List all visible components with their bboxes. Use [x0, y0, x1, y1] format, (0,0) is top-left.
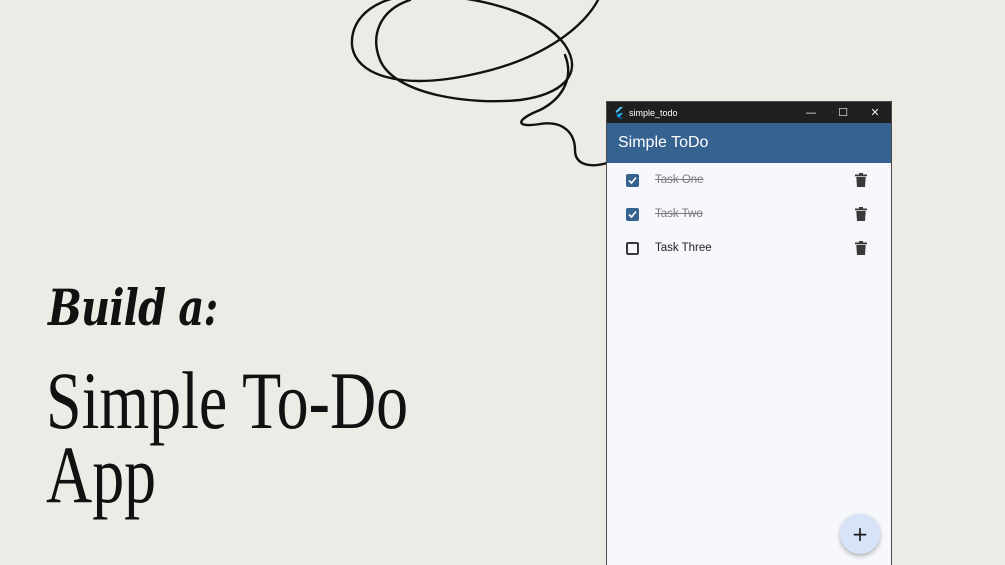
minimize-button[interactable]: — — [795, 102, 827, 123]
slide-title: Simple To-Do App — [46, 355, 483, 520]
close-button[interactable]: ✕ — [859, 102, 891, 123]
delete-icon[interactable] — [855, 207, 867, 221]
slide-title-line-1: Simple To-Do — [46, 355, 409, 446]
delete-icon[interactable] — [855, 241, 867, 255]
task-checkbox[interactable] — [626, 207, 639, 221]
slide-subtitle: Build a: — [48, 278, 218, 337]
flutter-logo-icon — [615, 106, 623, 119]
slide-title-line-2: App — [46, 429, 157, 520]
task-item: Task Three — [607, 231, 891, 265]
window-titlebar[interactable]: simple_todo — ☐ ✕ — [607, 102, 891, 123]
app-bar: Simple ToDo — [607, 123, 891, 163]
task-list: Task One Task Two Task Three — [607, 163, 891, 265]
window-title: simple_todo — [629, 107, 678, 118]
check-icon — [628, 210, 637, 218]
task-item: Task One — [607, 163, 891, 197]
app-window: simple_todo — ☐ ✕ Simple ToDo Task One T… — [607, 102, 891, 565]
task-item: Task Two — [607, 197, 891, 231]
task-label: Task Three — [655, 242, 712, 254]
task-checkbox[interactable] — [626, 173, 639, 187]
delete-icon[interactable] — [855, 173, 867, 187]
maximize-button[interactable]: ☐ — [827, 102, 859, 123]
task-label: Task One — [655, 174, 704, 186]
app-bar-title: Simple ToDo — [618, 134, 709, 151]
add-icon: + — [851, 522, 869, 546]
task-label: Task Two — [655, 208, 703, 220]
check-icon — [628, 176, 637, 184]
add-task-button[interactable]: + — [840, 514, 880, 554]
task-checkbox[interactable] — [626, 241, 639, 255]
